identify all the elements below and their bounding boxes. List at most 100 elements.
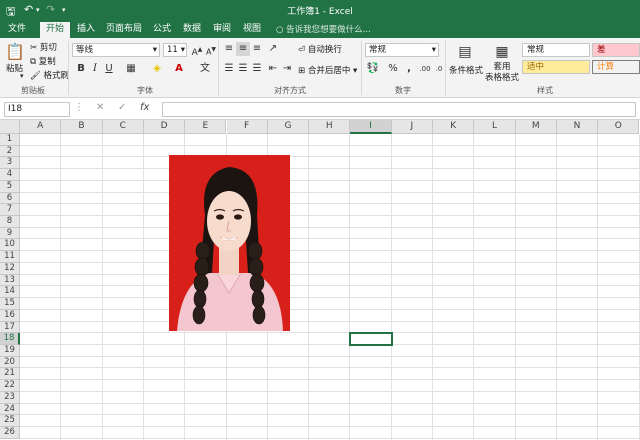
- italic-icon[interactable]: I: [88, 62, 102, 76]
- align-bottom-icon[interactable]: ≡: [250, 42, 264, 56]
- row-header-13[interactable]: 13: [0, 274, 20, 287]
- increase-decimal-icon[interactable]: .00: [418, 62, 432, 76]
- row-header-11[interactable]: 11: [0, 251, 20, 263]
- row-header-16[interactable]: 16: [0, 309, 20, 322]
- format-painter-button[interactable]: 🖌 格式刷: [30, 69, 69, 81]
- column-header-h[interactable]: H: [309, 120, 351, 134]
- number-format-select[interactable]: 常规 ▾: [365, 43, 439, 57]
- row-header-18[interactable]: 18: [0, 333, 20, 345]
- row-header-12[interactable]: 12: [0, 262, 20, 275]
- cancel-icon[interactable]: ✕: [96, 102, 104, 113]
- column-header-n[interactable]: N: [556, 120, 599, 134]
- row-header-9[interactable]: 9: [0, 227, 20, 240]
- align-right-icon[interactable]: ☰: [250, 62, 264, 76]
- font-name-select[interactable]: 等线 ▾: [72, 43, 160, 57]
- phonetic-icon[interactable]: 文: [198, 62, 212, 76]
- conditional-format-button[interactable]: 条件格式: [449, 64, 483, 76]
- align-center-icon[interactable]: ☰: [236, 62, 250, 76]
- tab-formulas[interactable]: 公式: [150, 22, 174, 38]
- underline-icon[interactable]: U: [102, 62, 116, 76]
- column-header-b[interactable]: B: [61, 120, 103, 134]
- indent-icon[interactable]: ⇤: [266, 62, 280, 76]
- column-header-o[interactable]: O: [598, 120, 640, 134]
- column-header-d[interactable]: D: [143, 120, 186, 134]
- bold-icon[interactable]: B: [74, 62, 88, 76]
- format-table-icon[interactable]: ▦: [492, 42, 512, 62]
- row-header-24[interactable]: 24: [0, 403, 20, 416]
- column-header-k[interactable]: K: [433, 120, 475, 134]
- copy-button[interactable]: ⧉ 复制: [30, 55, 56, 67]
- row-header-6[interactable]: 6: [0, 192, 20, 205]
- align-middle-icon[interactable]: ≡: [236, 42, 250, 56]
- increase-font-icon[interactable]: A▲: [190, 43, 204, 58]
- decrease-font-icon[interactable]: A▼: [204, 43, 218, 57]
- row-header-5[interactable]: 5: [0, 180, 20, 193]
- style-calculation[interactable]: 计算: [592, 60, 640, 74]
- font-color-icon[interactable]: A: [172, 62, 186, 76]
- row-header-22[interactable]: 22: [0, 380, 20, 392]
- row-header-19[interactable]: 19: [0, 344, 20, 357]
- row-header-7[interactable]: 7: [0, 204, 20, 217]
- row-header-26[interactable]: 26: [0, 427, 20, 439]
- column-header-c[interactable]: C: [102, 120, 144, 134]
- align-top-icon[interactable]: ≡: [222, 42, 236, 56]
- row-header-8[interactable]: 8: [0, 216, 20, 228]
- tab-insert[interactable]: 插入: [74, 22, 98, 38]
- fill-color-icon[interactable]: ◈: [150, 62, 164, 76]
- paste-dropdown-icon[interactable]: ▾: [20, 72, 24, 80]
- style-normal[interactable]: 常规: [522, 43, 590, 57]
- cut-button[interactable]: ✂ 剪切: [30, 41, 57, 53]
- row-header-1[interactable]: 1: [0, 134, 20, 146]
- column-header-i[interactable]: I: [350, 120, 392, 134]
- column-header-l[interactable]: L: [474, 120, 516, 134]
- style-neutral[interactable]: 适中: [522, 60, 590, 74]
- function-icon[interactable]: fx: [140, 102, 149, 113]
- row-header-2[interactable]: 2: [0, 145, 20, 158]
- portrait-photo[interactable]: [169, 155, 290, 331]
- tab-home[interactable]: 开始: [40, 22, 70, 38]
- selected-cell[interactable]: [349, 332, 393, 346]
- column-header-m[interactable]: M: [515, 120, 557, 134]
- wrap-text-button[interactable]: ⏎ 自动换行: [298, 43, 342, 55]
- row-header-25[interactable]: 25: [0, 415, 20, 427]
- tab-view[interactable]: 视图: [240, 22, 264, 38]
- conditional-format-icon[interactable]: ▤: [455, 42, 475, 62]
- row-header-4[interactable]: 4: [0, 169, 20, 181]
- merge-center-button[interactable]: ⊞ 合并后居中 ▾: [298, 64, 357, 76]
- comma-icon[interactable]: ,: [402, 62, 416, 76]
- font-size-select[interactable]: 11 ▾: [163, 43, 187, 57]
- row-header-3[interactable]: 3: [0, 157, 20, 170]
- percent-icon[interactable]: %: [386, 62, 400, 76]
- row-header-23[interactable]: 23: [0, 391, 20, 404]
- orientation-icon[interactable]: ↗: [266, 42, 280, 56]
- row-header-14[interactable]: 14: [0, 286, 20, 299]
- paste-icon[interactable]: 📋: [5, 42, 25, 62]
- select-all-corner[interactable]: [0, 120, 20, 134]
- spreadsheet-grid[interactable]: A B C D E F G H I J K L M N O 1 2 3 4 5 6 7 8 9 10 11 12 13 14 15 16 17…: [0, 120, 640, 440]
- row-header-10[interactable]: 10: [0, 239, 20, 252]
- borders-icon[interactable]: ▦: [124, 62, 138, 76]
- formula-input[interactable]: [162, 102, 636, 117]
- name-box[interactable]: I18: [4, 102, 70, 117]
- column-header-e[interactable]: E: [185, 120, 227, 134]
- column-header-g[interactable]: G: [267, 120, 310, 134]
- style-bad[interactable]: 差: [592, 43, 640, 57]
- row-header-17[interactable]: 17: [0, 321, 20, 334]
- column-header-j[interactable]: J: [391, 120, 433, 134]
- row-header-20[interactable]: 20: [0, 356, 20, 369]
- row-header-21[interactable]: 21: [0, 368, 20, 381]
- outdent-icon[interactable]: ⇥: [280, 62, 294, 76]
- decrease-decimal-icon[interactable]: .0: [432, 62, 446, 76]
- align-left-icon[interactable]: ☰: [222, 62, 236, 76]
- tell-me-box[interactable]: ○ 告诉我您想要做什么...: [276, 23, 371, 35]
- tab-page-layout[interactable]: 页面布局: [104, 22, 144, 38]
- column-header-a[interactable]: A: [20, 120, 62, 134]
- format-table-button[interactable]: 套用 表格格式: [484, 62, 520, 84]
- tab-data[interactable]: 数据: [180, 22, 204, 38]
- row-header-15[interactable]: 15: [0, 298, 20, 310]
- tab-file[interactable]: 文件: [4, 22, 30, 38]
- tab-review[interactable]: 审阅: [210, 22, 234, 38]
- column-header-f[interactable]: F: [226, 120, 268, 134]
- enter-icon[interactable]: ✓: [118, 102, 126, 113]
- currency-icon[interactable]: 💱: [366, 62, 380, 76]
